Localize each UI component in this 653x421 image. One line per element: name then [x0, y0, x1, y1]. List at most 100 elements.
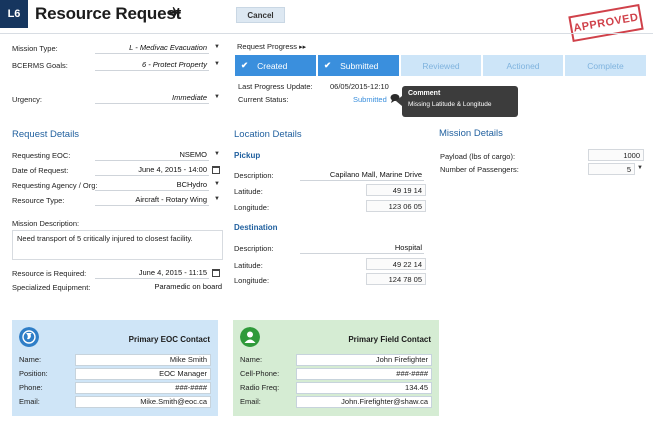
chevron-down-icon[interactable]: ▼ — [637, 165, 643, 171]
eoc-phone-label: Phone: — [19, 383, 43, 392]
passengers-label: Number of Passengers: — [440, 165, 519, 174]
field-cellphone-label: Cell-Phone: — [240, 369, 280, 378]
chevron-down-icon[interactable]: ▼ — [214, 181, 220, 187]
field-contact-row: Name: John Firefighter — [240, 354, 432, 367]
eoc-position-field[interactable]: EOC Manager — [75, 368, 211, 380]
bcerms-goals-label: BCERMS Goals: — [12, 61, 68, 70]
eoc-email-label: Email: — [19, 397, 40, 406]
calendar-icon[interactable] — [212, 166, 220, 174]
field-contact-row: Cell-Phone: ###-#### — [240, 368, 432, 381]
eoc-name-label: Name: — [19, 355, 42, 364]
resource-required-field[interactable]: June 4, 2015 - 11:15 — [95, 267, 209, 279]
page-title: Resource Request — [35, 4, 182, 23]
resource-required-label: Resource is Required: — [12, 269, 87, 278]
mission-type-label: Mission Type: — [12, 44, 58, 53]
destination-longitude-field[interactable]: 124 78 05 — [366, 273, 426, 285]
pickup-longitude-field[interactable]: 123 06 05 — [366, 200, 426, 212]
double-arrow-icon: ▸▸ — [299, 44, 307, 51]
field-contact-title: Primary Field Contact — [348, 335, 431, 344]
eoc-email-field[interactable]: Mike.Smith@eoc.ca — [75, 396, 211, 408]
eoc-contact-row: Position: EOC Manager — [19, 368, 211, 381]
destination-latitude-field[interactable]: 49 22 14 — [366, 258, 426, 270]
resource-type-label: Resource Type: — [12, 196, 65, 205]
bcerms-goals-select[interactable]: 6 - Protect Property — [95, 59, 209, 71]
field-name-field[interactable]: John Firefighter — [296, 354, 432, 366]
mission-details-heading: Mission Details — [439, 128, 503, 139]
progress-step-submitted: ✔ Submitted — [318, 55, 399, 76]
tooltip-body: Missing Latitude & Longitude — [408, 101, 492, 108]
progress-step-label: Actioned — [506, 60, 540, 71]
date-of-request-field[interactable]: June 4, 2015 - 14:00 — [95, 164, 209, 176]
date-of-request-label: Date of Request: — [12, 166, 69, 175]
pickup-longitude-label: Longitude: — [234, 203, 270, 212]
eoc-phone-field[interactable]: ###-#### — [75, 382, 211, 394]
airplane-icon — [169, 7, 181, 19]
check-icon: ✔ — [324, 60, 332, 70]
eoc-contact-row: Email: Mike.Smith@eoc.ca — [19, 396, 211, 409]
progress-step-complete: Complete — [565, 55, 646, 76]
specialized-equipment-value[interactable]: Paramedic on board — [110, 281, 224, 293]
tooltip-title: Comment — [408, 90, 441, 97]
pickup-latitude-label: Latitude: — [234, 187, 263, 196]
chevron-down-icon[interactable]: ▼ — [214, 94, 220, 100]
approved-stamp: APPROVED — [568, 3, 644, 43]
person-icon — [240, 327, 260, 347]
requesting-agency-label: Requesting Agency / Org: — [12, 181, 98, 190]
payload-label: Payload (lbs of cargo): — [440, 152, 516, 161]
pickup-description-field[interactable]: Capilano Mall, Marine Drive — [300, 169, 424, 181]
chevron-down-icon[interactable]: ▼ — [214, 61, 220, 67]
requesting-eoc-select[interactable]: NSEMO — [95, 149, 209, 161]
last-update-label: Last Progress Update: — [238, 82, 313, 91]
destination-latitude-label: Latitude: — [234, 261, 263, 270]
mission-description-label: Mission Description: — [12, 219, 80, 228]
progress-step-reviewed: Reviewed — [401, 55, 481, 76]
progress-step-label: Complete — [587, 60, 624, 71]
mission-type-select[interactable]: L - Medivac Evacuation — [95, 42, 209, 54]
field-radio-label: Radio Freq: — [240, 383, 280, 392]
field-email-label: Email: — [240, 397, 261, 406]
header-divider — [0, 33, 653, 34]
progress-step-label: Created — [257, 60, 288, 71]
location-details-heading: Location Details — [234, 129, 302, 140]
field-contact-row: Email: John.Firefighter@shaw.ca — [240, 396, 432, 409]
pickup-heading: Pickup — [234, 151, 261, 160]
check-icon: ✔ — [241, 60, 249, 70]
primary-field-contact-card: Primary Field Contact Name: John Firefig… — [233, 320, 439, 416]
urgency-label: Urgency: — [12, 95, 43, 104]
pickup-description-label: Description: — [234, 171, 274, 180]
field-radio-field[interactable]: 134.45 — [296, 382, 432, 394]
pickup-latitude-field[interactable]: 49 19 14 — [366, 184, 426, 196]
destination-longitude-label: Longitude: — [234, 276, 270, 285]
field-email-field[interactable]: John.Firefighter@shaw.ca — [296, 396, 432, 408]
field-cellphone-field[interactable]: ###-#### — [296, 368, 432, 380]
resource-type-select[interactable]: Aircraft - Rotary Wing — [95, 194, 209, 206]
request-progress-label: Request Progress ▸▸ — [237, 42, 306, 51]
urgency-select[interactable]: Immediate — [95, 92, 209, 104]
destination-description-field[interactable]: Hospital — [300, 242, 424, 254]
payload-field[interactable]: 1000 — [588, 149, 644, 161]
calendar-icon[interactable] — [212, 269, 220, 277]
destination-heading: Destination — [234, 223, 278, 232]
progress-step-label: Reviewed — [422, 60, 460, 71]
cancel-button[interactable]: Cancel — [236, 7, 285, 23]
chevron-down-icon[interactable]: ▼ — [214, 44, 220, 50]
comment-tooltip: Comment Missing Latitude & Longitude — [402, 86, 518, 117]
progress-step-actioned: Actioned — [483, 55, 563, 76]
destination-description-label: Description: — [234, 244, 274, 253]
screen-id-badge: L6 — [0, 0, 28, 28]
eoc-name-field[interactable]: Mike Smith — [75, 354, 211, 366]
progress-step-created: ✔ Created — [235, 55, 316, 76]
eoc-position-label: Position: — [19, 369, 48, 378]
primary-eoc-contact-card: Primary EOC Contact Name: Mike Smith Pos… — [12, 320, 218, 416]
current-status-value[interactable]: Submitted — [353, 95, 387, 104]
eoc-contact-title: Primary EOC Contact — [128, 335, 210, 344]
field-name-label: Name: — [240, 355, 263, 364]
passengers-select[interactable]: 5 — [588, 163, 635, 175]
progress-step-label: Submitted — [340, 60, 379, 71]
chevron-down-icon[interactable]: ▼ — [214, 151, 220, 157]
specialized-equipment-label: Specialized Equipment: — [12, 283, 91, 292]
request-progress-text: Request Progress — [237, 42, 298, 51]
chevron-down-icon[interactable]: ▼ — [214, 196, 220, 202]
mission-description-textarea[interactable]: Need transport of 5 critically injured t… — [12, 230, 223, 260]
requesting-agency-select[interactable]: BCHydro — [95, 179, 209, 191]
